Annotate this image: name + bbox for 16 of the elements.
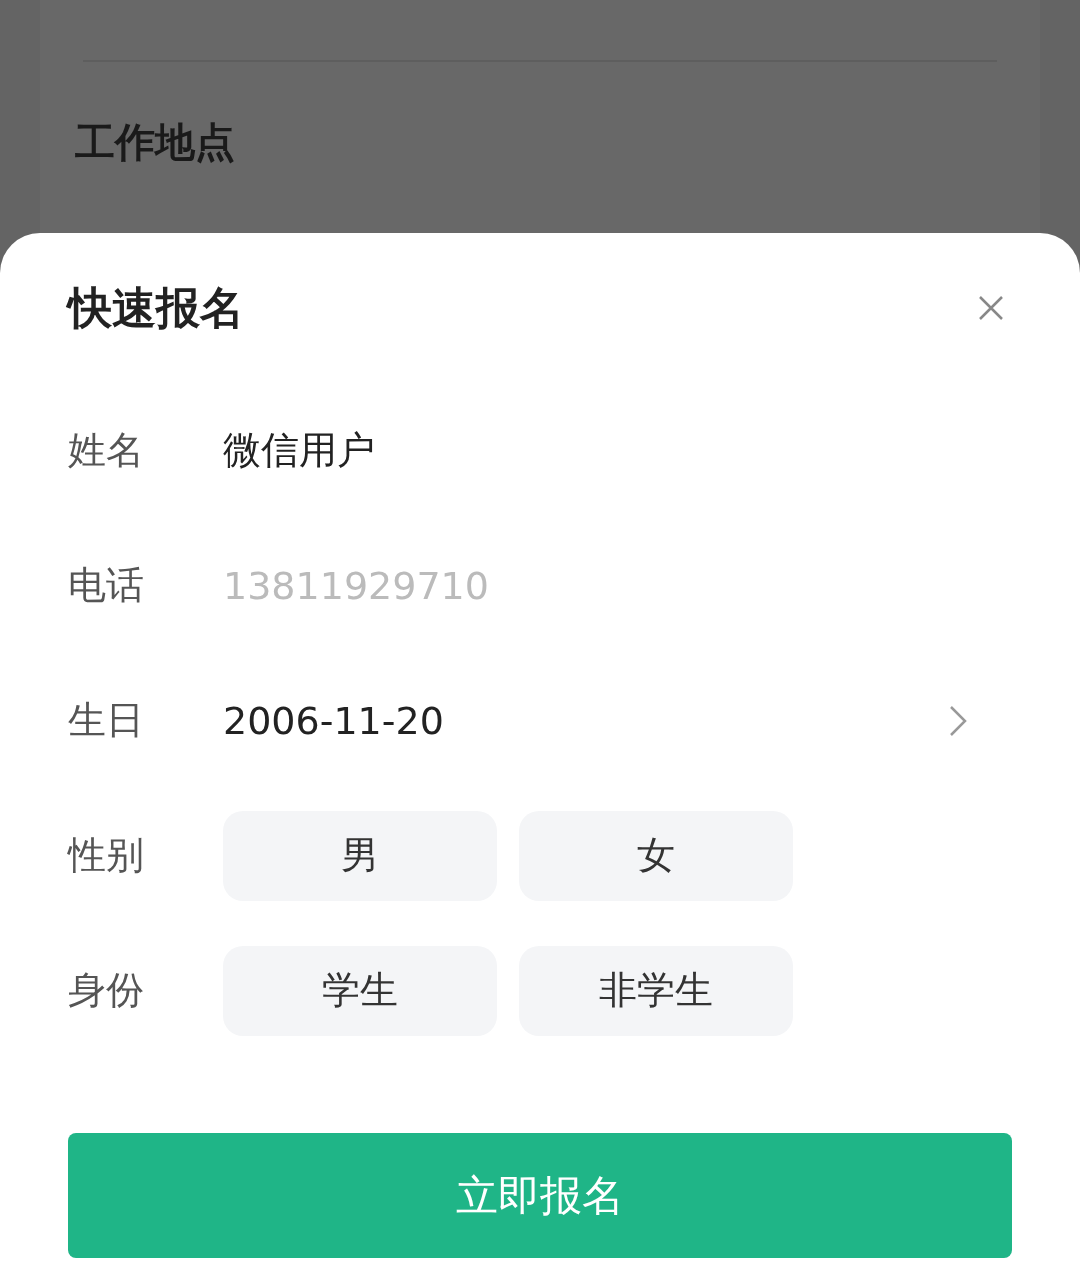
field-label: 姓名 [68, 427, 145, 474]
close-icon[interactable] [978, 295, 1004, 321]
option-button[interactable]: 非学生 [519, 945, 793, 1036]
option-button[interactable]: 男 [223, 810, 497, 901]
field-label: 身份 [68, 967, 145, 1014]
name-value: 微信用户 [223, 427, 375, 474]
birthday-value[interactable]: 2006-11-20 [223, 698, 444, 743]
field-label: 性别 [68, 832, 145, 879]
sheet-title: 快速报名 [68, 280, 244, 335]
chevron-right-icon [949, 704, 967, 737]
phone-field[interactable]: 13811929710 [223, 563, 623, 608]
field-label: 生日 [68, 697, 145, 744]
option-button[interactable]: 女 [519, 810, 793, 901]
section-title: 工作地点 [75, 118, 235, 167]
field-label: 电话 [68, 562, 145, 609]
option-button[interactable]: 学生 [223, 945, 497, 1036]
